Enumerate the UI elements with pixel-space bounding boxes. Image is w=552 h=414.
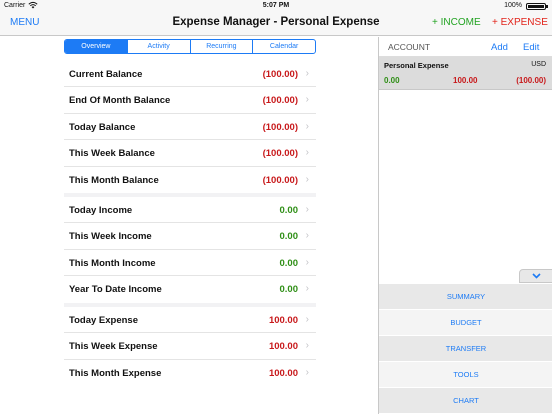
row-value: (100.00)	[262, 95, 298, 107]
edit-accounts-button[interactable]: Edit	[523, 42, 539, 53]
row-value: 0.00	[279, 284, 299, 296]
overview-pane: Overview Activity Recurring Calendar Cur…	[0, 37, 378, 414]
add-account-button[interactable]: Add	[491, 42, 508, 53]
account-balance: (100.00)	[516, 76, 546, 85]
row-label: Today Balance	[69, 121, 136, 133]
row-label: This Week Expense	[69, 341, 158, 353]
collapse-menu-button[interactable]	[519, 269, 552, 283]
account-header-title: ACCOUNT	[388, 42, 431, 52]
account-expense: 100.00	[453, 76, 478, 85]
chevron-right-icon: ›	[305, 94, 309, 106]
balance-row-end-of-month[interactable]: End Of Month Balance (100.00) ›	[64, 87, 316, 114]
account-name: Personal Expense	[384, 61, 449, 70]
row-label: Today Expense	[69, 315, 138, 326]
income-row-year-to-date[interactable]: Year To Date Income 0.00 ›	[64, 276, 316, 302]
account-header: ACCOUNT Add Edit	[379, 37, 552, 57]
account-pane: ACCOUNT Add Edit Personal Expense USD 0.…	[378, 37, 552, 414]
chevron-right-icon: ›	[305, 256, 309, 268]
navigation-bar: MENU Expense Manager - Personal Expense …	[0, 12, 552, 36]
row-value: (100.00)	[262, 69, 298, 80]
tab-overview[interactable]: Overview	[65, 40, 128, 53]
chevron-down-icon	[531, 272, 541, 281]
tab-activity[interactable]: Activity	[128, 40, 191, 53]
income-group: Today Income 0.00 › This Week Income 0.0…	[64, 197, 316, 303]
chevron-right-icon: ›	[305, 366, 309, 378]
menu-item-transfer[interactable]: TRANSFER	[379, 336, 552, 362]
chevron-right-icon: ›	[305, 173, 309, 185]
side-menu: SUMMARY BUDGET TRANSFER TOOLS CHART	[379, 284, 552, 414]
income-row-this-week[interactable]: This Week Income 0.00 ›	[64, 223, 316, 250]
row-label: This Week Income	[69, 231, 152, 243]
battery-icon	[526, 3, 548, 10]
chevron-right-icon: ›	[305, 230, 309, 242]
chevron-right-icon: ›	[305, 340, 309, 352]
row-label: Current Balance	[69, 69, 143, 80]
row-value: 0.00	[279, 231, 299, 243]
balance-group: Current Balance (100.00) › End Of Month …	[64, 61, 316, 193]
row-value: 0.00	[279, 205, 299, 216]
chevron-right-icon: ›	[305, 68, 309, 79]
battery-percent: 100%	[504, 2, 522, 9]
row-value: 100.00	[268, 315, 298, 326]
row-label: This Month Income	[69, 257, 156, 269]
chevron-right-icon: ›	[305, 283, 309, 295]
menu-item-chart[interactable]: CHART	[379, 388, 552, 414]
tab-calendar[interactable]: Calendar	[253, 40, 315, 53]
tab-recurring[interactable]: Recurring	[191, 40, 254, 53]
chevron-right-icon: ›	[305, 147, 309, 159]
row-label: This Month Balance	[69, 174, 159, 186]
expense-row-this-week[interactable]: This Week Expense 100.00 ›	[64, 333, 316, 360]
row-value: (100.00)	[262, 148, 298, 160]
row-value: 0.00	[279, 257, 299, 269]
account-item-personal-expense[interactable]: Personal Expense USD 0.00 100.00 (100.00…	[379, 57, 552, 90]
balance-row-today[interactable]: Today Balance (100.00) ›	[64, 114, 316, 141]
view-tabs: Overview Activity Recurring Calendar	[64, 39, 316, 54]
status-bar: Carrier 5:07 PM 100%	[0, 0, 552, 12]
clock: 5:07 PM	[262, 2, 290, 9]
row-label: Today Income	[69, 205, 133, 216]
chevron-right-icon: ›	[305, 120, 309, 132]
row-value: (100.00)	[262, 174, 298, 186]
row-label: This Week Balance	[69, 148, 155, 160]
balance-row-this-month[interactable]: This Month Balance (100.00) ›	[64, 167, 316, 193]
row-label: This Month Expense	[69, 367, 162, 379]
menu-item-tools[interactable]: TOOLS	[379, 362, 552, 388]
add-expense-button[interactable]: + EXPENSE	[492, 17, 548, 28]
row-value: 100.00	[268, 367, 298, 379]
account-currency: USD	[531, 61, 546, 68]
chevron-right-icon: ›	[305, 204, 309, 215]
balance-row-current[interactable]: Current Balance (100.00) ›	[64, 61, 316, 88]
expense-group: Today Expense 100.00 › This Week Expense…	[64, 307, 316, 386]
expense-row-today[interactable]: Today Expense 100.00 ›	[64, 307, 316, 334]
add-income-button[interactable]: + INCOME	[432, 17, 481, 28]
row-value: 100.00	[268, 341, 298, 353]
balance-row-this-week[interactable]: This Week Balance (100.00) ›	[64, 140, 316, 167]
row-label: Year To Date Income	[69, 284, 162, 296]
income-row-this-month[interactable]: This Month Income 0.00 ›	[64, 250, 316, 277]
menu-item-summary[interactable]: SUMMARY	[379, 284, 552, 310]
chevron-right-icon: ›	[305, 314, 309, 325]
income-row-today[interactable]: Today Income 0.00 ›	[64, 197, 316, 224]
expense-row-this-month[interactable]: This Month Expense 100.00 ›	[64, 360, 316, 386]
menu-item-budget[interactable]: BUDGET	[379, 310, 552, 336]
account-income: 0.00	[384, 76, 400, 85]
row-value: (100.00)	[262, 121, 298, 133]
row-label: End Of Month Balance	[69, 95, 171, 107]
